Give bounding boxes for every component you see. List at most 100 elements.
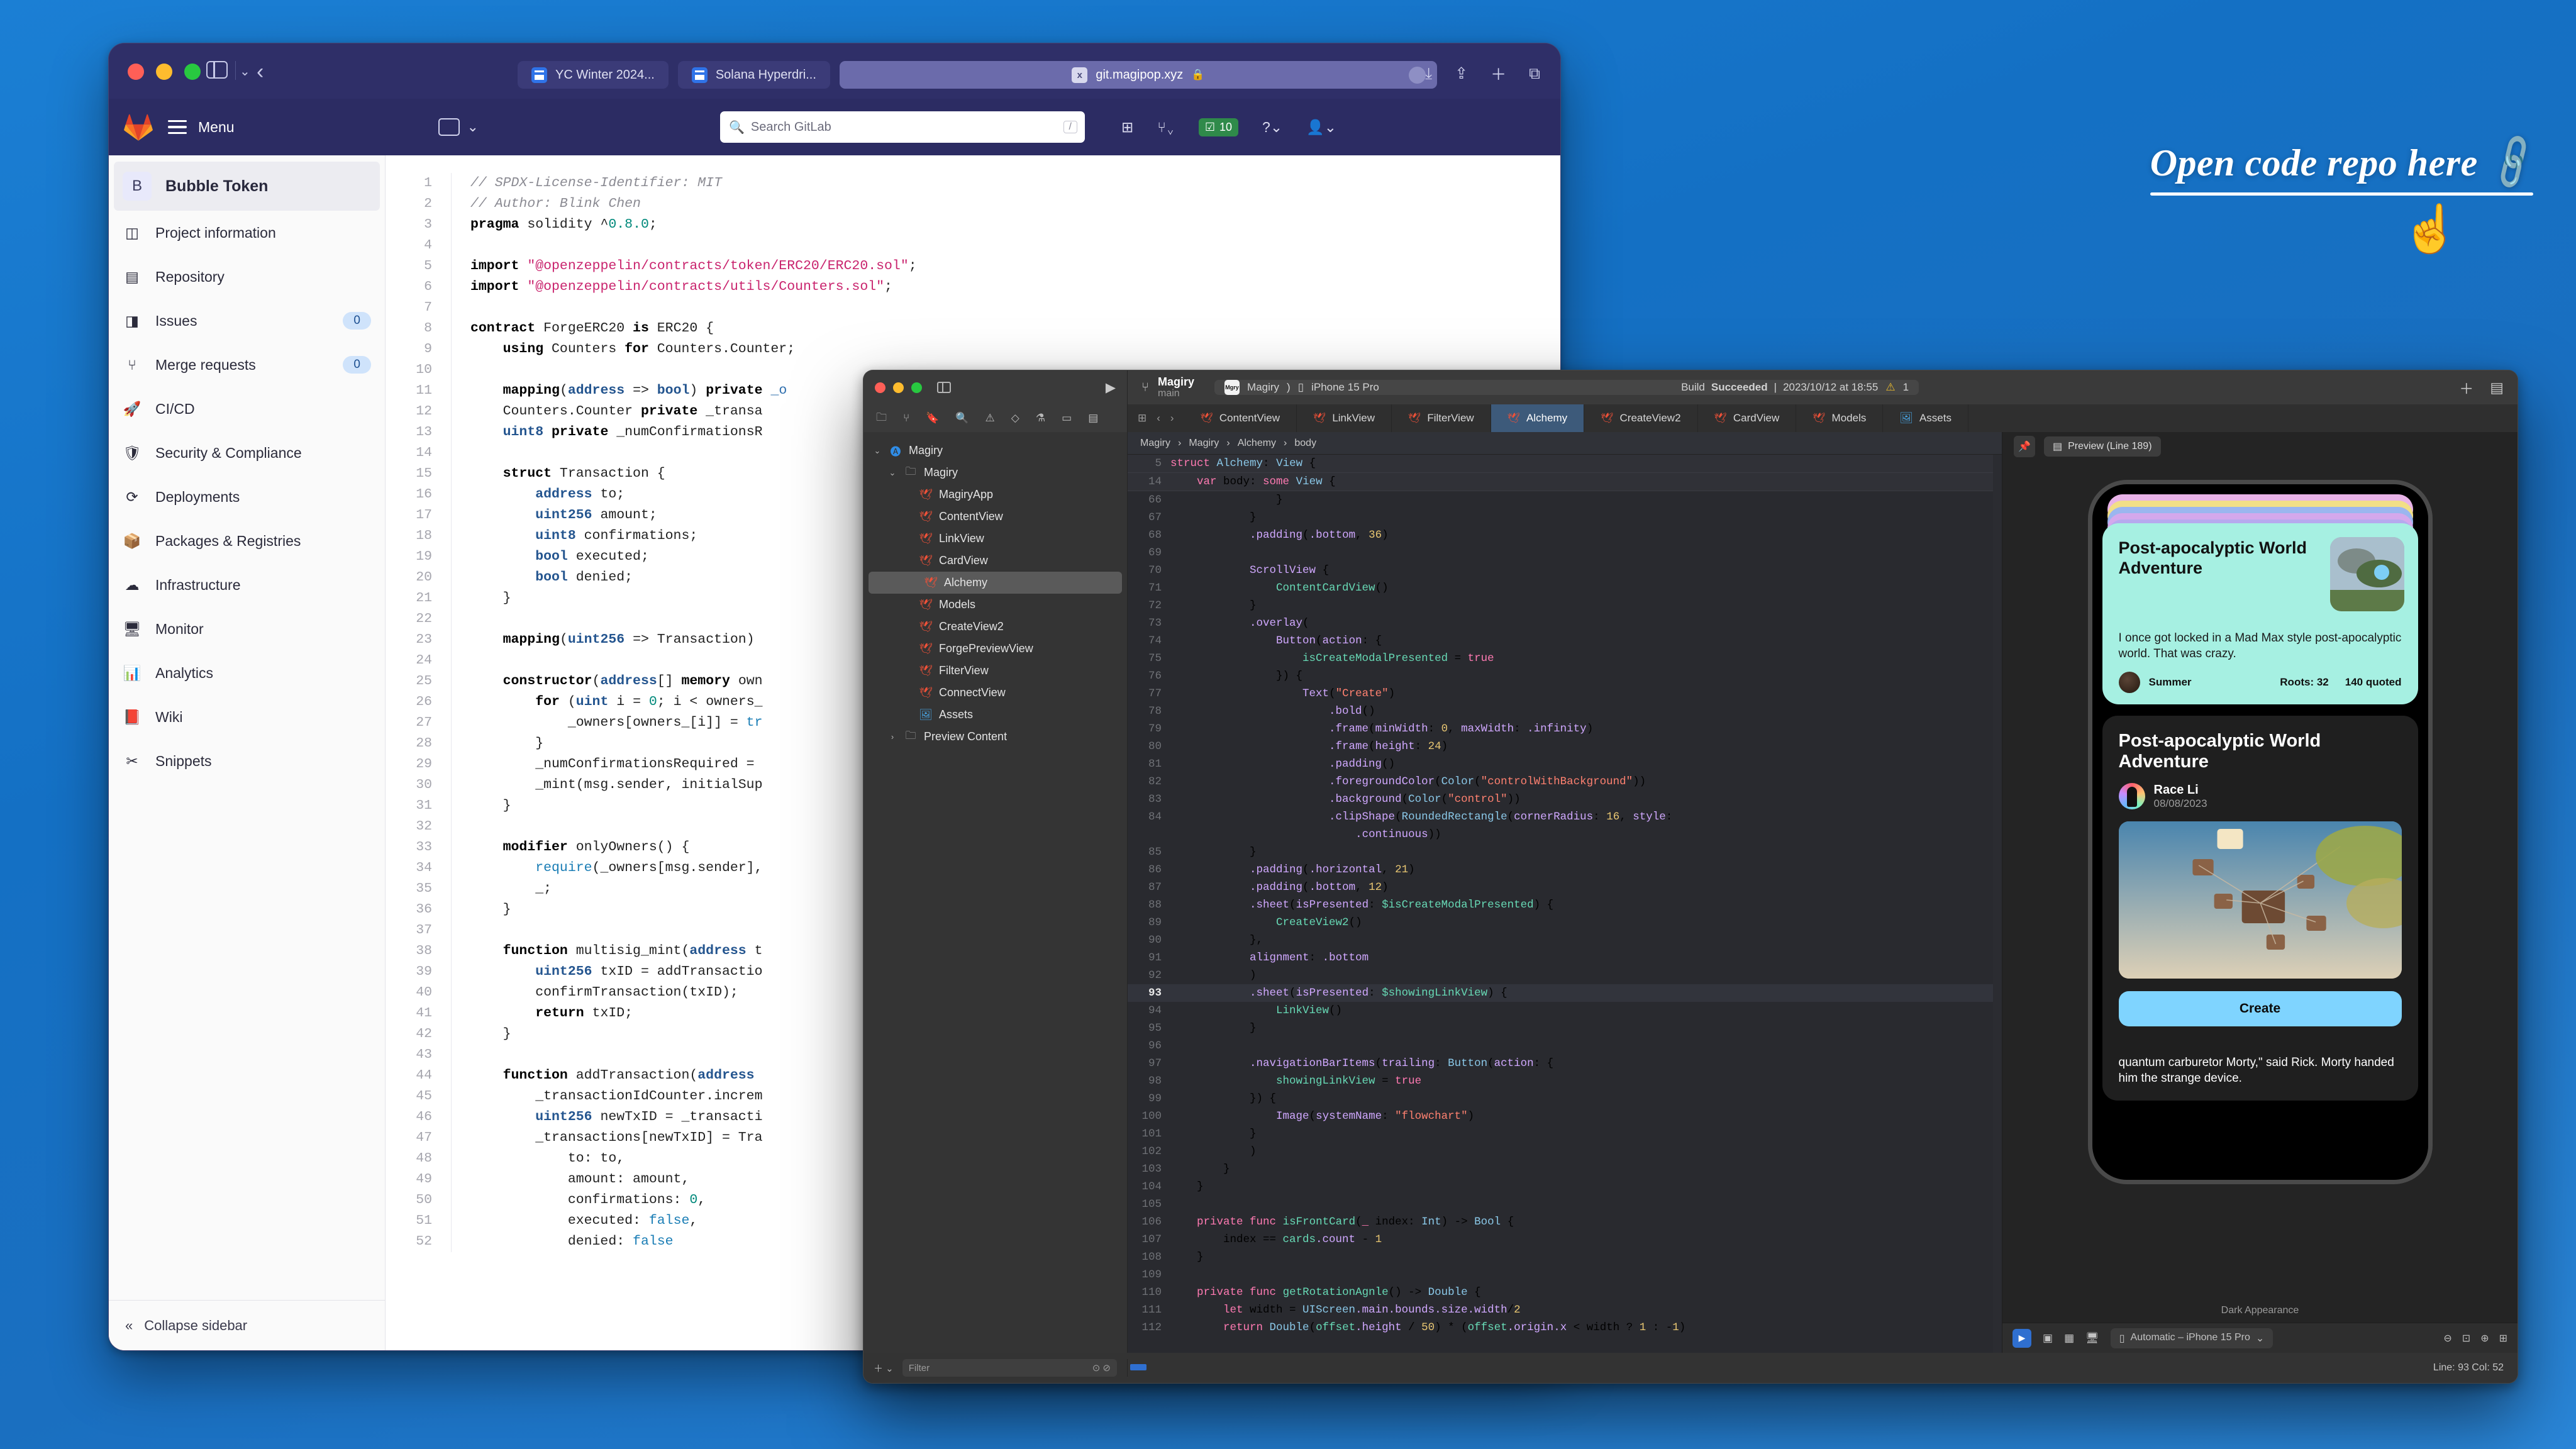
filter-input[interactable]: Filter ⊙ ⊘: [902, 1359, 1117, 1377]
zoom-actual-icon[interactable]: ⊞: [2499, 1332, 2507, 1345]
source-control-icon[interactable]: ⑂: [903, 412, 909, 425]
editor-scrollbar[interactable]: [1993, 455, 2002, 1353]
navigator-item-linkview[interactable]: 🕊LinkView: [863, 528, 1127, 550]
sidebar-item-monitor[interactable]: 🖥Monitor: [109, 607, 385, 651]
tab-filterview[interactable]: 🕊FilterView: [1392, 404, 1491, 432]
back-button-icon[interactable]: ‹: [257, 60, 264, 84]
breadcrumb-item[interactable]: Alchemy: [1238, 438, 1276, 449]
disclosure-chevron-icon[interactable]: ⌄: [872, 446, 882, 456]
minimize-window-button[interactable]: [893, 382, 904, 393]
sidebar-item-analytics[interactable]: 📊Analytics: [109, 651, 385, 695]
forward-arrow-icon[interactable]: ›: [1170, 412, 1174, 425]
debug-navigator-icon[interactable]: ⚗: [1036, 412, 1045, 425]
sidebar-item-project-information[interactable]: ◫Project information: [109, 211, 385, 255]
zoom-out-icon[interactable]: ⊖: [2443, 1332, 2451, 1345]
navigator-item-magiry[interactable]: ⌄🅐Magiry: [863, 440, 1127, 462]
sidebar-item-wiki[interactable]: 📕Wiki: [109, 695, 385, 739]
minimize-window-button[interactable]: [156, 64, 172, 80]
page-actions-icon[interactable]: [1409, 67, 1426, 84]
zoom-fit-icon[interactable]: ⊡: [2462, 1332, 2470, 1345]
preview-device-settings-icon[interactable]: 🖥: [2085, 1332, 2099, 1345]
breakpoint-navigator-icon[interactable]: ▭: [1062, 412, 1072, 425]
navigator-item-connectview[interactable]: 🕊ConnectView: [863, 682, 1127, 704]
tab-assets[interactable]: 🖼Assets: [1883, 404, 1968, 432]
scheme-name[interactable]: Magiry: [1247, 381, 1279, 394]
sidebar-item-security-compliance[interactable]: 🛡Security & Compliance: [109, 431, 385, 475]
add-file-icon[interactable]: ＋ ⌄: [874, 1362, 894, 1375]
gitlab-menu-button[interactable]: Menu: [168, 116, 235, 138]
chevron-down-icon[interactable]: ⌄: [240, 64, 250, 79]
navigator-item-cardview[interactable]: 🕊CardView: [863, 550, 1127, 572]
sidebar-item-ci-cd[interactable]: 🚀CI/CD: [109, 387, 385, 431]
search-navigator-icon[interactable]: 🔍: [955, 412, 969, 425]
sidebar-item-repository[interactable]: ▤Repository: [109, 255, 385, 299]
browser-tab[interactable]: Solana Hyperdri...: [678, 61, 830, 89]
gitlab-logo-icon[interactable]: [124, 113, 153, 141]
navigator-item-contentview[interactable]: 🕊ContentView: [863, 506, 1127, 528]
filter-options-icon[interactable]: ⊙ ⊘: [1092, 1362, 1111, 1374]
navigator-item-alchemy[interactable]: 🕊Alchemy: [869, 572, 1122, 594]
navigator-item-assets[interactable]: 🖼Assets: [863, 704, 1127, 726]
warning-icon[interactable]: ⚠: [1885, 381, 1895, 394]
maximize-window-button[interactable]: [184, 64, 201, 80]
tab-cardview[interactable]: 🕊CardView: [1698, 404, 1797, 432]
search-input[interactable]: 🔍 Search GitLab /: [720, 111, 1085, 143]
collapse-sidebar-button[interactable]: « Collapse sidebar: [109, 1300, 385, 1350]
sidebar-item-merge-requests[interactable]: ⑂Merge requests0: [109, 343, 385, 387]
close-window-button[interactable]: [875, 382, 886, 393]
sidebar-item-deployments[interactable]: ⟳Deployments: [109, 475, 385, 519]
issue-navigator-icon[interactable]: ⚠: [985, 412, 995, 425]
navigator-item-magiry[interactable]: ⌄🗀Magiry: [863, 462, 1127, 484]
sidebar-item-packages-registries[interactable]: 📦Packages & Registries: [109, 519, 385, 563]
sidebar-project-header[interactable]: B Bubble Token: [114, 162, 380, 211]
swift-code-block[interactable]: 66 }67 }68 .padding(.bottom, 36)69 70 Sc…: [1128, 491, 1993, 1336]
report-navigator-icon[interactable]: ▤: [1088, 412, 1098, 425]
issues-icon[interactable]: ⑂⌄: [1157, 119, 1175, 136]
preview-layout-icon[interactable]: ▣: [2043, 1332, 2053, 1345]
preview-play-icon[interactable]: ▶: [2012, 1329, 2031, 1348]
disclosure-chevron-icon[interactable]: ⌄: [887, 468, 897, 478]
pin-icon[interactable]: 📌: [2014, 436, 2035, 457]
sidebar-item-issues[interactable]: ◨Issues0: [109, 299, 385, 343]
tab-overview-icon[interactable]: ⧉: [1529, 65, 1540, 83]
new-item-icon[interactable]: ⊞: [1121, 119, 1133, 136]
run-button-icon[interactable]: ▶: [1106, 380, 1116, 396]
close-window-button[interactable]: [128, 64, 144, 80]
tab-linkview[interactable]: 🕊LinkView: [1297, 404, 1392, 432]
navigator-item-createview2[interactable]: 🕊CreateView2: [863, 616, 1127, 638]
preview-device-selector[interactable]: ▯ Automatic – iPhone 15 Pro ⌄: [2111, 1328, 2273, 1348]
tab-createview2[interactable]: 🕊CreateView2: [1584, 404, 1697, 432]
navigator-toggle-icon[interactable]: [937, 382, 951, 393]
tab-alchemy[interactable]: 🕊Alchemy: [1491, 404, 1585, 432]
bookmark-navigator-icon[interactable]: 🔖: [926, 412, 939, 425]
project-switcher[interactable]: ⌄: [438, 118, 479, 136]
zoom-in-icon[interactable]: ⊕: [2480, 1332, 2489, 1345]
browser-tab[interactable]: YC Winter 2024...: [518, 61, 669, 89]
sidebar-item-snippets[interactable]: ✂Snippets: [109, 739, 385, 783]
create-button[interactable]: Create: [2119, 991, 2402, 1026]
navigator-item-preview-content[interactable]: ›🗀Preview Content: [863, 726, 1127, 748]
share-icon[interactable]: ⇪: [1455, 64, 1468, 83]
help-icon[interactable]: ?⌄: [1262, 119, 1282, 136]
sidebar-toggle-icon[interactable]: [206, 61, 228, 79]
download-icon[interactable]: ⤓: [1425, 65, 1432, 83]
back-arrow-icon[interactable]: ‹: [1157, 412, 1160, 425]
tab-models[interactable]: 🕊Models: [1796, 404, 1883, 432]
todo-badge[interactable]: ☑ 10: [1199, 118, 1238, 136]
test-navigator-icon[interactable]: ◇: [1011, 412, 1019, 425]
grid-icon[interactable]: ⊞: [1138, 412, 1146, 425]
add-editor-icon[interactable]: ＋: [2459, 377, 2473, 398]
preview-variants-icon[interactable]: ▦: [2064, 1332, 2074, 1345]
maximize-window-button[interactable]: [911, 382, 922, 393]
destination-name[interactable]: iPhone 15 Pro: [1311, 381, 1379, 394]
sidebar-item-infrastructure[interactable]: ☁Infrastructure: [109, 563, 385, 607]
new-tab-icon[interactable]: ＋: [1491, 62, 1506, 85]
preview-pin-chip[interactable]: ▤ Preview (Line 189): [2044, 436, 2161, 457]
front-card[interactable]: Post-apocalyptic World Adventure: [2102, 523, 2418, 704]
xcode-source-editor[interactable]: Magiry›Magiry›Alchemy›body 5struct Alche…: [1128, 432, 2002, 1353]
inspector-toggle-icon[interactable]: ▤: [2490, 379, 2504, 396]
tab-contentview[interactable]: 🕊ContentView: [1184, 404, 1297, 432]
navigator-item-filterview[interactable]: 🕊FilterView: [863, 660, 1127, 682]
address-bar[interactable]: x git.magipop.xyz 🔒: [840, 61, 1437, 89]
avatar[interactable]: 👤⌄: [1306, 119, 1336, 136]
